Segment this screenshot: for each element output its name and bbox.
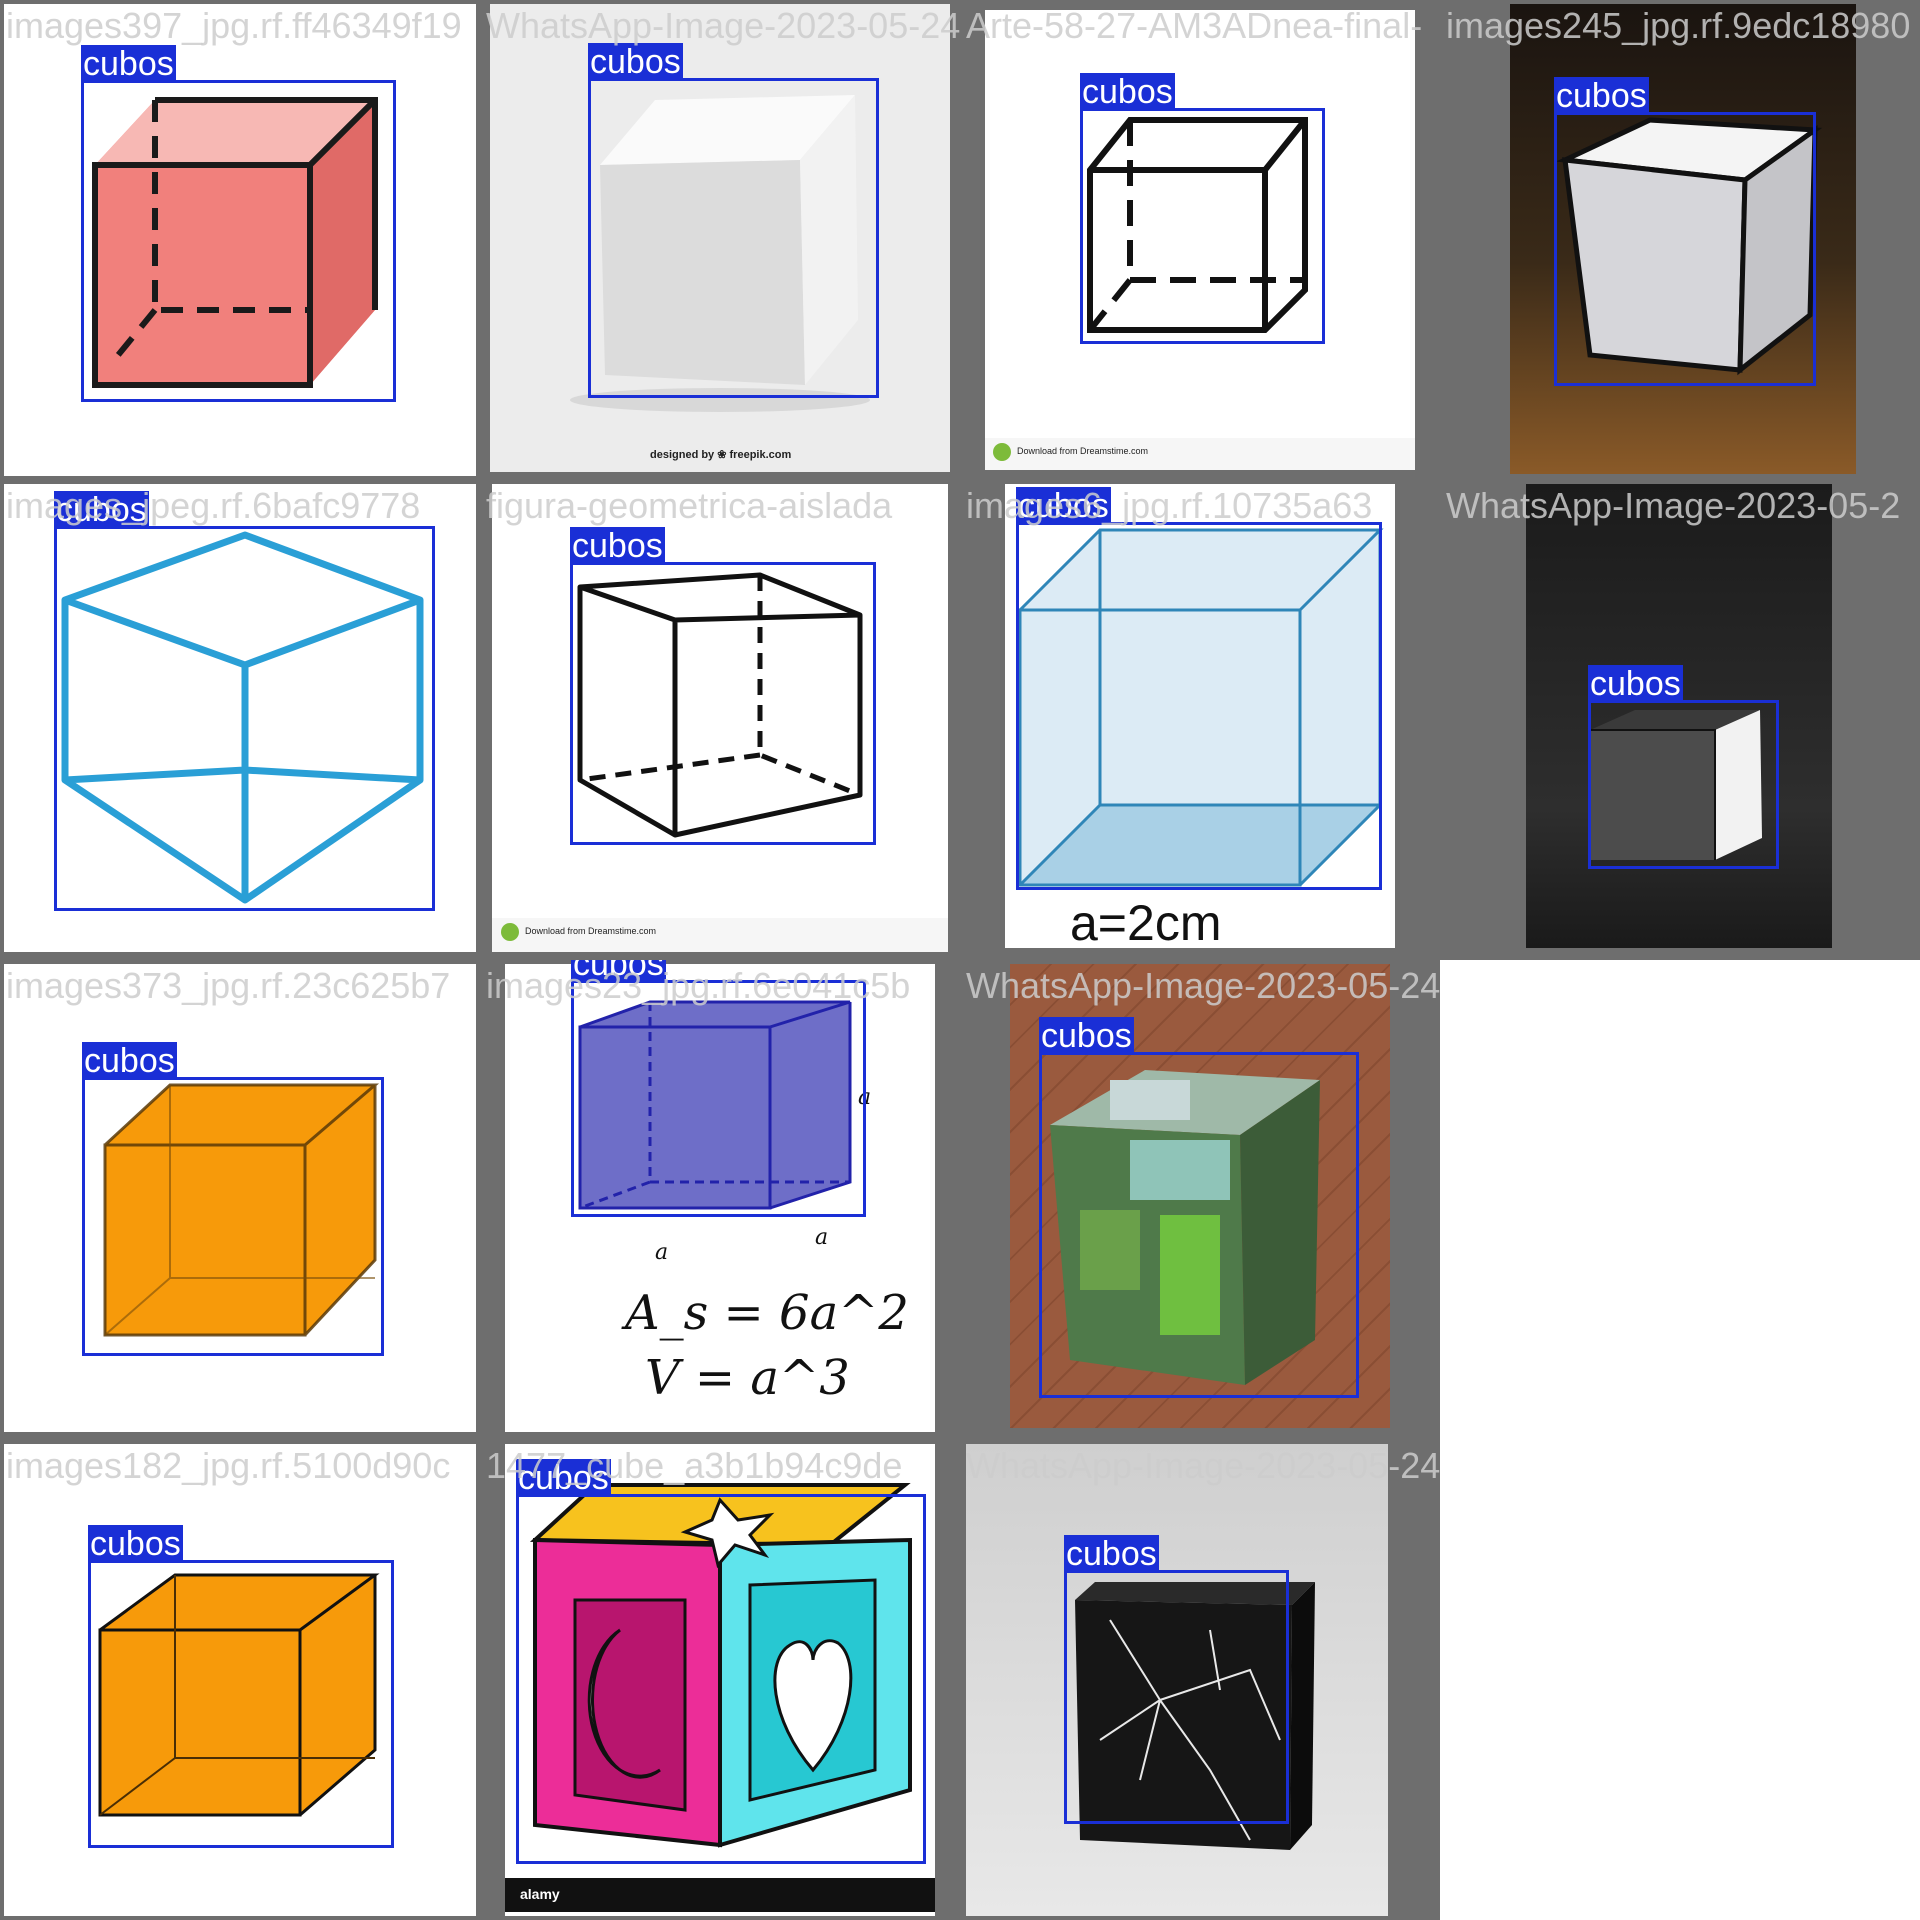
tile-filename: images245_jpg.rf.9edc18980 [1446, 5, 1911, 46]
tile-1: designed by ❀ freepik.com WhatsApp-Image… [480, 0, 960, 480]
detection-box[interactable]: cubos [81, 45, 396, 402]
class-label: cubos [88, 1525, 183, 1563]
tile-filename: Arte-58-27-AM3ADnea-final- [966, 5, 1423, 46]
tile-15-empty [1440, 1440, 1920, 1920]
watermark-credit: designed by ❀ freepik.com [650, 449, 792, 461]
tile-filename: WhatsApp-Image-2023-05-2 [1446, 485, 1901, 526]
class-label: cubos [588, 43, 683, 81]
class-label: cubos [1039, 1017, 1134, 1055]
tile-7: WhatsApp-Image-2023-05-2 cubos [1440, 480, 1920, 960]
detection-box[interactable]: cubos [571, 960, 866, 1217]
tile-filename: WhatsApp-Image-2023-05-24 [486, 5, 960, 46]
watermark-credit: Download from Dreamstime.com [525, 926, 657, 936]
detection-box[interactable]: cubos [588, 43, 879, 398]
tile-filename: images23_jpg.rf.6e041c5b [486, 965, 911, 1006]
tile-filename: images_jpeg.rf.6bafc9778 [6, 485, 421, 526]
class-label: cubos [570, 527, 665, 565]
tile-filename: images373_jpg.rf.23c625b7 [6, 965, 451, 1006]
edge-label-a: a [815, 1225, 829, 1250]
tile-filename: images6_jpg.rf.10735a63 [966, 485, 1373, 526]
detection-box[interactable]: cubos [1588, 665, 1779, 869]
tile-9: a a a A_s = 6a^2 V = a^3 images23_jpg.rf… [480, 960, 960, 1440]
tile-12: images182_jpg.rf.5100d90c cubos [0, 1440, 480, 1920]
edge-length-caption: a=2cm [1070, 895, 1222, 951]
tile-filename: images182_jpg.rf.5100d90c [6, 1445, 451, 1486]
edge-label-a: a [655, 1240, 669, 1265]
class-label: cubos [82, 1042, 177, 1080]
surface-area-formula: A_s = 6a^2 [625, 1285, 909, 1341]
class-label: cubos [1588, 665, 1683, 703]
tile-filename: 1477_cube_a3b1b94c9de [486, 1445, 903, 1486]
class-label: cubos [1064, 1535, 1159, 1573]
detection-box[interactable]: cubos [82, 1042, 384, 1356]
detection-box[interactable]: cubos [516, 1459, 926, 1864]
tile-filename: figura-geometrica-aislada [486, 485, 893, 526]
tile-5: Download from Dreamstime.com figura-geom… [480, 480, 960, 960]
detection-box[interactable]: cubos [1064, 1535, 1289, 1824]
volume-formula: V = a^3 [645, 1350, 850, 1406]
detection-box[interactable]: cubos [54, 491, 435, 911]
detection-box[interactable]: cubos [1554, 77, 1816, 386]
tile-13: alamy 1477_cube_a3b1b94c9de cubos [480, 1440, 960, 1920]
tile-filename: WhatsApp-Image-2023-05-24-at-7-57-45-AM_ [966, 965, 1440, 1006]
watermark-credit: alamy [520, 1886, 560, 1902]
class-label: cubos [1080, 73, 1175, 111]
detection-box[interactable]: cubos [88, 1525, 394, 1848]
tile-8: images373_jpg.rf.23c625b7 cubos [0, 960, 480, 1440]
tile-3: images245_jpg.rf.9edc18980 cubos [1440, 0, 1920, 480]
tile-2: Download from Dreamstime.com Arte-58-27-… [960, 0, 1440, 480]
tile-10: WhatsApp-Image-2023-05-24-at-7-57-45-AM_… [960, 960, 1440, 1440]
watermark-credit: Download from Dreamstime.com [1017, 446, 1149, 456]
detection-box[interactable]: cubos [1016, 487, 1382, 890]
class-label: cubos [81, 45, 176, 83]
tile-6: a=2cm images6_jpg.rf.10735a63 cubos [960, 480, 1440, 960]
tile-11-empty [1440, 960, 1920, 1440]
tile-0: images397_jpg.rf.ff46349f19 cubos [0, 0, 480, 480]
class-label: cubos [1554, 77, 1649, 115]
detection-grid: images397_jpg.rf.ff46349f19 cubos design… [0, 0, 1920, 1920]
tile-filename: images397_jpg.rf.ff46349f19 [6, 5, 462, 46]
tile-filename: WhatsApp-Image-2023-05-24-at-7-57-46-AM- [966, 1445, 1440, 1486]
tile-4: images_jpeg.rf.6bafc9778 cubos [0, 480, 480, 960]
tile-14: WhatsApp-Image-2023-05-24-at-7-57-46-AM-… [960, 1440, 1440, 1920]
detection-box[interactable]: cubos [1039, 1017, 1359, 1398]
detection-box[interactable]: cubos [1080, 73, 1325, 344]
detection-box[interactable]: cubos [570, 527, 876, 845]
